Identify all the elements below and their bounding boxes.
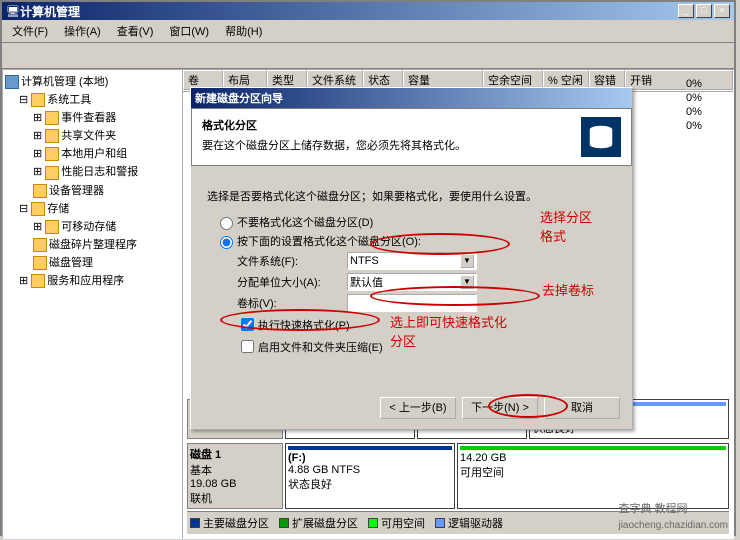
disk1-part-f[interactable]: (F:) 4.88 GB NTFS 状态良好 [285,443,455,509]
removable-icon [45,220,59,234]
tree-sys[interactable]: ⊟ 系统工具 [5,90,179,108]
app-titlebar: 🖥 计算机管理 _ □ × [2,2,734,20]
chevron-down-icon: ▼ [460,254,474,268]
tree-defrag[interactable]: 磁盘碎片整理程序 [5,235,179,253]
window-title: 计算机管理 [20,3,676,20]
tree-pane: 计算机管理 (本地) ⊟ 系统工具 ⊞ 事件查看器 ⊞ 共享文件夹 ⊞ 本地用户… [2,69,182,539]
fs-label: 文件系统(F): [237,253,347,269]
computer-icon [5,75,19,89]
swatch-logical [435,518,445,528]
back-button[interactable]: < 上一步(B) [380,397,456,419]
menu-view[interactable]: 查看(V) [111,22,160,40]
toolbar [2,43,734,69]
quick-format-checkbox[interactable] [241,318,254,331]
storage-icon [31,202,45,216]
vol-label: 卷标(V): [237,295,347,311]
tree-diskmgmt[interactable]: 磁盘管理 [5,253,179,271]
device-icon [33,184,47,198]
tree-removable[interactable]: ⊞ 可移动存储 [5,217,179,235]
tree-services[interactable]: ⊞ 服务和应用程序 [5,271,179,289]
pct-column: 0%0%0%0% [684,77,730,133]
menu-window[interactable]: 窗口(W) [163,22,215,40]
swatch-ext [279,518,289,528]
next-button[interactable]: 下一步(N) > [462,397,538,419]
tree-perf[interactable]: ⊞ 性能日志和警报 [5,162,179,180]
radio-no-format[interactable] [220,217,233,230]
vol-input[interactable] [347,294,477,312]
services-icon [31,274,45,288]
event-icon [45,111,59,125]
tree-share[interactable]: ⊞ 共享文件夹 [5,126,179,144]
menu-help[interactable]: 帮助(H) [219,22,268,40]
folder-icon [31,93,45,107]
swatch-free [368,518,378,528]
cancel-button[interactable]: 取消 [544,397,620,419]
tree-root[interactable]: 计算机管理 (本地) [5,72,179,90]
radio-format[interactable] [220,236,233,249]
share-icon [45,129,59,143]
menu-file[interactable]: 文件(F) [6,22,54,40]
alloc-label: 分配单位大小(A): [237,274,347,290]
alloc-dropdown[interactable]: 默认值▼ [347,273,477,291]
app-icon: 🖥 [6,5,20,18]
chevron-down-icon: ▼ [460,275,474,289]
dialog-title: 新建磁盘分区向导 [191,88,632,108]
tree-users[interactable]: ⊞ 本地用户和组 [5,144,179,162]
tree-event[interactable]: ⊞ 事件查看器 [5,108,179,126]
close-button[interactable]: × [714,4,730,18]
format-wizard-dialog: 新建磁盘分区向导 格式化分区 要在这个磁盘分区上储存数据，您必须先将其格式化。 … [190,87,633,430]
dialog-sub: 要在这个磁盘分区上储存数据，您必须先将其格式化。 [202,140,466,152]
fs-dropdown[interactable]: NTFS▼ [347,252,477,270]
users-icon [45,147,59,161]
disk-icon-large [581,117,621,157]
menubar: 文件(F) 操作(A) 查看(V) 窗口(W) 帮助(H) [2,20,734,43]
tree-storage[interactable]: ⊟ 存储 [5,199,179,217]
perf-icon [45,166,59,180]
maximize-button[interactable]: □ [696,4,712,18]
dialog-heading: 格式化分区 [202,117,466,133]
swatch-primary [190,518,200,528]
minimize-button[interactable]: _ [678,4,694,18]
tree-device[interactable]: 设备管理器 [5,181,179,199]
menu-action[interactable]: 操作(A) [58,22,107,40]
disk-icon [33,256,47,270]
dialog-prompt: 选择是否要格式化这个磁盘分区；如果要格式化，要使用什么设置。 [207,188,616,204]
watermark: 查字典 教程网jiaocheng.chazidian.com [618,500,728,532]
defrag-icon [33,238,47,252]
compress-checkbox[interactable] [241,340,254,353]
disk1-label[interactable]: 磁盘 1 基本 19.08 GB 联机 [187,443,283,509]
